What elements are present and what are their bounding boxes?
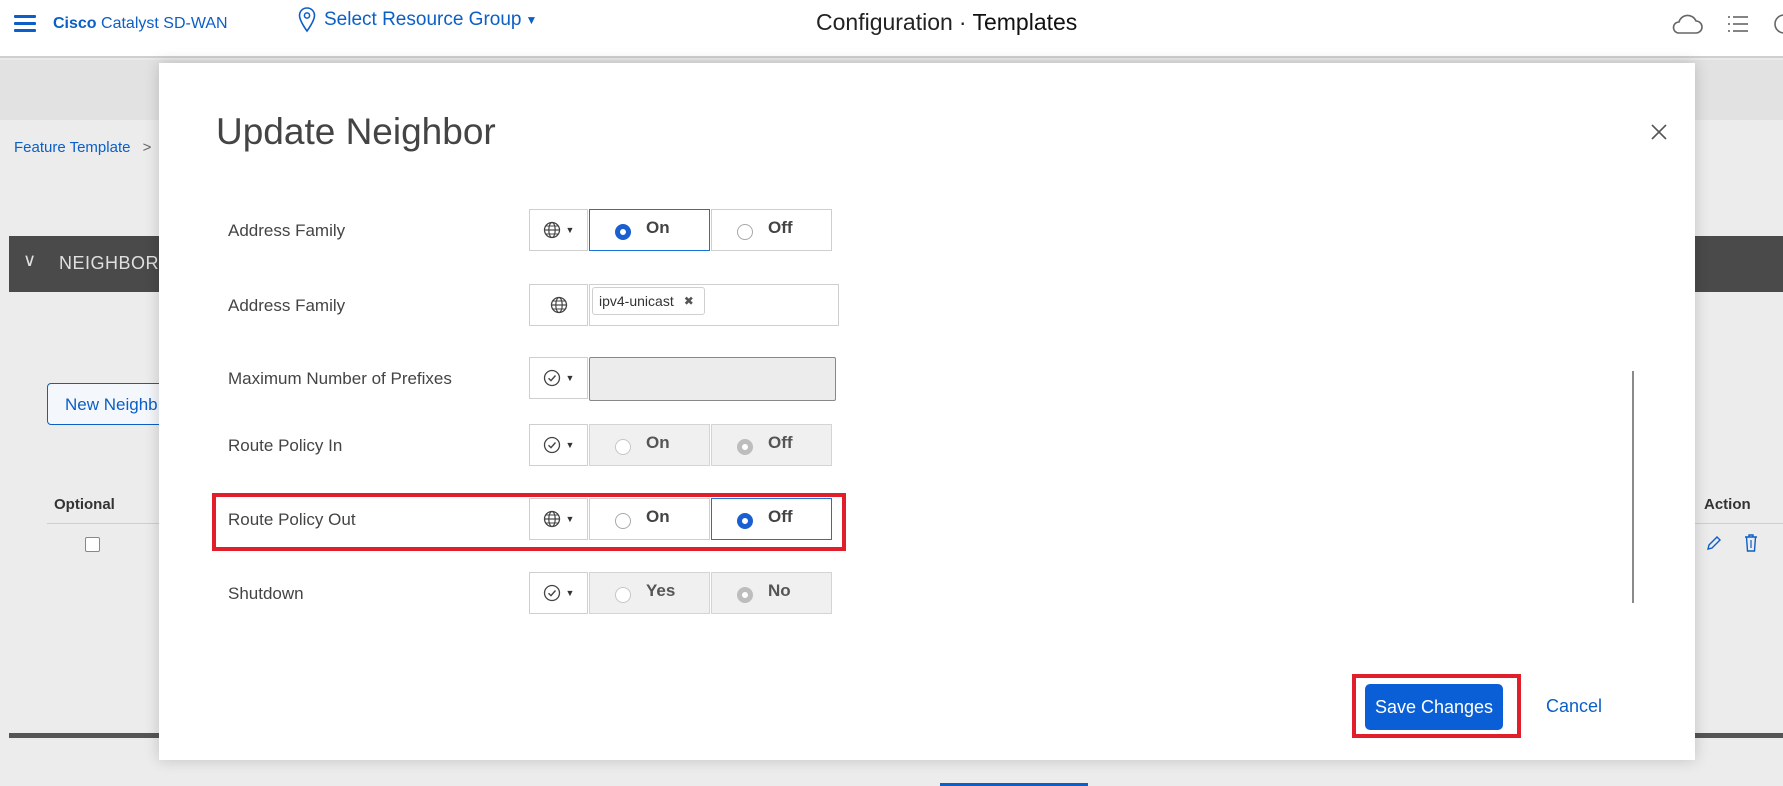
form-row-address-family: Address Family ▼ On Off bbox=[159, 209, 859, 253]
scope-dropdown[interactable]: ▼ bbox=[529, 209, 588, 251]
globe-icon bbox=[550, 296, 567, 314]
page-title-page: Templates bbox=[972, 9, 1078, 35]
scope-dropdown[interactable]: ▼ bbox=[529, 357, 588, 399]
remove-tag-icon[interactable]: ✖ bbox=[684, 294, 694, 308]
caret-down-icon: ▼ bbox=[565, 440, 575, 450]
field-label: Address Family bbox=[228, 221, 346, 240]
toggle-on-label: On bbox=[646, 218, 670, 237]
neighbor-section-title: NEIGHBOR bbox=[59, 253, 160, 273]
page-title-section: Configuration bbox=[816, 9, 953, 35]
location-pin-icon bbox=[298, 7, 316, 33]
cancel-button[interactable]: Cancel bbox=[1546, 696, 1602, 717]
toggle-no-option[interactable]: No bbox=[711, 572, 832, 614]
resource-group-label: Select Resource Group bbox=[324, 9, 522, 30]
toggle-off-label: Off bbox=[768, 433, 793, 452]
default-check-icon bbox=[543, 584, 560, 602]
max-prefixes-input[interactable] bbox=[589, 357, 836, 401]
optional-checkbox[interactable] bbox=[85, 537, 100, 552]
radio-button bbox=[615, 224, 631, 240]
update-neighbor-dialog: Update Neighbor Address Family ▼ On Off … bbox=[159, 63, 1695, 760]
breadcrumb-feature-template[interactable]: Feature Template bbox=[14, 139, 130, 156]
highlight-annotation bbox=[212, 493, 846, 551]
help-icon[interactable] bbox=[1773, 13, 1783, 40]
tag-label: ipv4-unicast bbox=[599, 293, 674, 309]
toggle-off-label: Off bbox=[768, 218, 793, 237]
default-check-icon bbox=[543, 436, 560, 454]
brand-name: Cisco bbox=[53, 15, 97, 32]
column-header-action: Action bbox=[1704, 496, 1751, 513]
menu-icon[interactable] bbox=[14, 15, 36, 32]
edit-icon[interactable] bbox=[1706, 535, 1722, 556]
column-header-optional: Optional bbox=[54, 496, 115, 513]
toggle-off-option[interactable]: Off bbox=[711, 424, 832, 466]
dialog-scrollbar[interactable] bbox=[1632, 371, 1634, 603]
field-label: Address Family bbox=[228, 296, 346, 315]
title-separator: · bbox=[958, 9, 967, 35]
radio-button bbox=[615, 439, 631, 455]
scope-dropdown[interactable]: ▼ bbox=[529, 572, 588, 614]
scope-dropdown[interactable]: ▼ bbox=[529, 424, 588, 466]
resource-group-selector[interactable]: Select Resource Group ▼ bbox=[298, 7, 537, 33]
toggle-yes-label: Yes bbox=[646, 581, 676, 600]
task-list-icon[interactable] bbox=[1727, 14, 1749, 39]
trash-icon[interactable] bbox=[1744, 534, 1758, 557]
caret-down-icon: ▼ bbox=[565, 225, 575, 235]
form-row-shutdown: Shutdown ▼ Yes No bbox=[159, 572, 859, 616]
toggle-off-option[interactable]: Off bbox=[711, 209, 832, 251]
radio-button bbox=[615, 587, 631, 603]
page-title: Configuration · Templates bbox=[816, 9, 1077, 36]
field-label: Route Policy In bbox=[228, 436, 343, 455]
brand-product: Catalyst SD-WAN bbox=[101, 15, 228, 32]
radio-button bbox=[737, 439, 753, 455]
top-navigation-bar: Cisco Catalyst SD-WAN Select Resource Gr… bbox=[0, 0, 1783, 58]
tag-chip: ipv4-unicast ✖ bbox=[592, 287, 705, 315]
brand-logo[interactable]: Cisco Catalyst SD-WAN bbox=[53, 15, 228, 33]
close-icon[interactable] bbox=[1650, 123, 1668, 146]
form-row-max-prefixes: Maximum Number of Prefixes ▼ bbox=[159, 357, 859, 401]
caret-down-icon: ▼ bbox=[565, 588, 575, 598]
chevron-down-icon: ▼ bbox=[525, 13, 538, 27]
radio-button bbox=[737, 587, 753, 603]
form-row-route-policy-in: Route Policy In ▼ On Off bbox=[159, 424, 859, 468]
form-row-address-family-list: Address Family ipv4-unicast ✖ bbox=[159, 284, 859, 328]
toggle-on-option[interactable]: On bbox=[589, 424, 710, 466]
field-label: Shutdown bbox=[228, 584, 304, 603]
toggle-no-label: No bbox=[768, 581, 791, 600]
toggle-on-label: On bbox=[646, 433, 670, 452]
scope-indicator bbox=[529, 284, 588, 326]
caret-down-icon: ▼ bbox=[565, 373, 575, 383]
cloud-icon[interactable] bbox=[1671, 12, 1703, 41]
save-changes-button[interactable]: Save Changes bbox=[1365, 684, 1503, 730]
globe-icon bbox=[543, 221, 560, 239]
toggle-on-option[interactable]: On bbox=[589, 209, 710, 251]
radio-button bbox=[737, 224, 753, 240]
chevron-down-icon: ∨ bbox=[23, 250, 37, 270]
top-right-icons bbox=[1647, 12, 1783, 41]
breadcrumb[interactable]: Feature Template > bbox=[14, 139, 151, 156]
default-check-icon bbox=[543, 369, 560, 387]
dialog-title: Update Neighbor bbox=[216, 111, 496, 152]
toggle-yes-option[interactable]: Yes bbox=[589, 572, 710, 614]
field-label: Maximum Number of Prefixes bbox=[228, 369, 452, 388]
address-family-multiselect[interactable]: ipv4-unicast ✖ bbox=[589, 284, 839, 326]
breadcrumb-separator: > bbox=[142, 139, 152, 156]
